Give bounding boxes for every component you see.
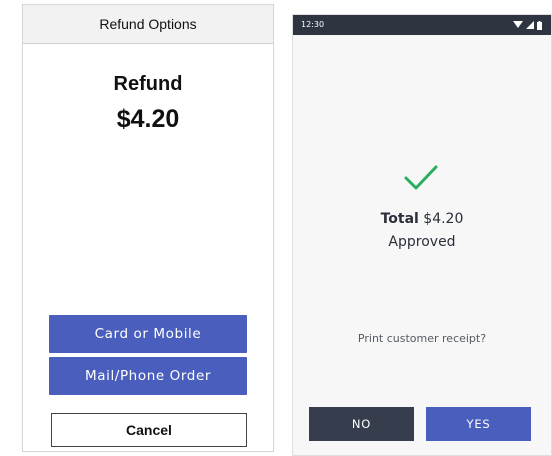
receipt-prompt: Print customer receipt?	[357, 332, 487, 345]
header-title: Refund Options	[99, 16, 197, 32]
yes-button[interactable]: YES	[426, 407, 531, 441]
header-bar: Refund Options	[23, 5, 273, 44]
signal-icon	[526, 21, 534, 29]
total-line: Total $4.20	[293, 211, 551, 227]
no-label: NO	[351, 417, 372, 431]
cancel-button[interactable]: Cancel	[51, 413, 247, 447]
wifi-icon	[513, 21, 523, 28]
card-or-mobile-label: Card or Mobile	[94, 326, 202, 342]
checkmark-icon	[404, 165, 438, 190]
no-button[interactable]: NO	[309, 407, 414, 441]
status-bar: 12:30	[293, 15, 551, 35]
approval-status: Approved	[388, 234, 456, 250]
refund-options-screen: Refund Options Refund $4.20 Card or Mobi…	[22, 4, 274, 452]
status-icons	[513, 19, 542, 31]
total-label: Total	[380, 211, 419, 227]
battery-icon	[537, 20, 542, 30]
status-time: 12:30	[301, 20, 325, 29]
refund-amount: $4.20	[116, 105, 180, 133]
approval-screen: 12:30 Total $4.20 Approved Print custome…	[292, 14, 552, 456]
refund-label: Refund	[113, 73, 183, 95]
card-or-mobile-button[interactable]: Card or Mobile	[49, 315, 247, 353]
yes-label: YES	[466, 417, 491, 431]
total-amount: $4.20	[423, 211, 464, 227]
cancel-label: Cancel	[126, 422, 172, 438]
mail-phone-order-button[interactable]: Mail/Phone Order	[49, 357, 247, 395]
mail-phone-order-label: Mail/Phone Order	[84, 368, 212, 384]
